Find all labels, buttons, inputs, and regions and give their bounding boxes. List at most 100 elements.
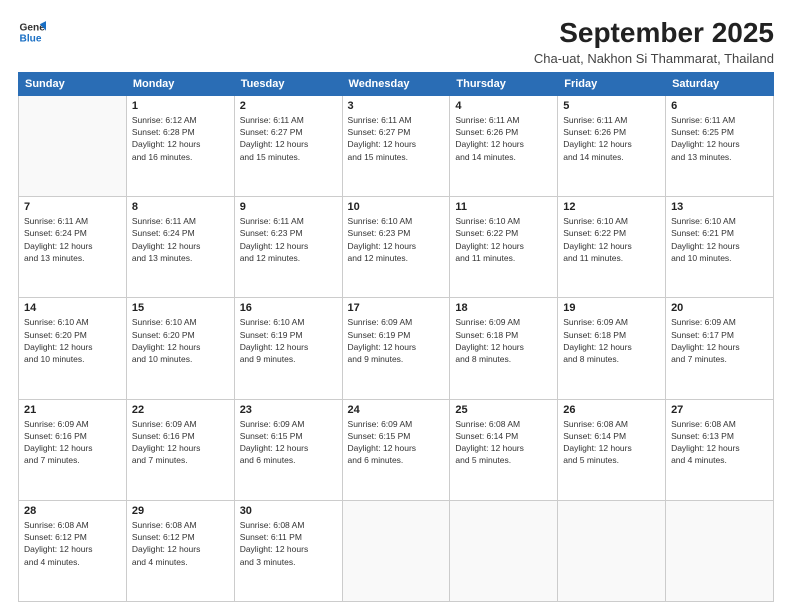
table-cell: 12 Sunrise: 6:10 AMSunset: 6:22 PMDayligh… (558, 197, 666, 298)
table-cell: 7 Sunrise: 6:11 AMSunset: 6:24 PMDaylight… (19, 197, 127, 298)
col-tuesday: Tuesday (234, 72, 342, 95)
day-number: 11 (455, 201, 552, 213)
week-row-2: 7 Sunrise: 6:11 AMSunset: 6:24 PMDaylight… (19, 197, 774, 298)
day-info: Sunrise: 6:10 AMSunset: 6:22 PMDaylight:… (455, 215, 552, 264)
table-cell: 5 Sunrise: 6:11 AMSunset: 6:26 PMDaylight… (558, 95, 666, 196)
table-cell: 13 Sunrise: 6:10 AMSunset: 6:21 PMDayligh… (666, 197, 774, 298)
day-info: Sunrise: 6:08 AMSunset: 6:14 PMDaylight:… (455, 418, 552, 467)
day-number: 29 (132, 505, 229, 517)
day-info: Sunrise: 6:11 AMSunset: 6:25 PMDaylight:… (671, 114, 768, 163)
day-number: 12 (563, 201, 660, 213)
table-cell: 4 Sunrise: 6:11 AMSunset: 6:26 PMDaylight… (450, 95, 558, 196)
col-saturday: Saturday (666, 72, 774, 95)
col-wednesday: Wednesday (342, 72, 450, 95)
day-info: Sunrise: 6:10 AMSunset: 6:19 PMDaylight:… (240, 316, 337, 365)
day-number: 17 (348, 302, 445, 314)
day-info: Sunrise: 6:09 AMSunset: 6:16 PMDaylight:… (24, 418, 121, 467)
table-cell: 21 Sunrise: 6:09 AMSunset: 6:16 PMDayligh… (19, 399, 127, 500)
table-cell: 1 Sunrise: 6:12 AMSunset: 6:28 PMDaylight… (126, 95, 234, 196)
logo: General Blue (18, 18, 46, 46)
day-number: 5 (563, 100, 660, 112)
day-info: Sunrise: 6:09 AMSunset: 6:17 PMDaylight:… (671, 316, 768, 365)
day-info: Sunrise: 6:11 AMSunset: 6:23 PMDaylight:… (240, 215, 337, 264)
day-info: Sunrise: 6:08 AMSunset: 6:11 PMDaylight:… (240, 519, 337, 568)
day-info: Sunrise: 6:11 AMSunset: 6:24 PMDaylight:… (132, 215, 229, 264)
day-info: Sunrise: 6:11 AMSunset: 6:27 PMDaylight:… (240, 114, 337, 163)
svg-text:Blue: Blue (20, 33, 42, 44)
day-info: Sunrise: 6:10 AMSunset: 6:21 PMDaylight:… (671, 215, 768, 264)
table-cell: 24 Sunrise: 6:09 AMSunset: 6:15 PMDayligh… (342, 399, 450, 500)
table-cell: 15Sunrise: 6:10 AMSunset: 6:20 PMDayligh… (126, 298, 234, 399)
day-info: Sunrise: 6:08 AMSunset: 6:12 PMDaylight:… (132, 519, 229, 568)
day-info: Sunrise: 6:09 AMSunset: 6:15 PMDaylight:… (240, 418, 337, 467)
day-number: 22 (132, 404, 229, 416)
day-info: Sunrise: 6:11 AMSunset: 6:27 PMDaylight:… (348, 114, 445, 163)
calendar-header-row: Sunday Monday Tuesday Wednesday Thursday… (19, 72, 774, 95)
day-info: Sunrise: 6:10 AMSunset: 6:22 PMDaylight:… (563, 215, 660, 264)
day-info: Sunrise: 6:08 AMSunset: 6:12 PMDaylight:… (24, 519, 121, 568)
table-cell: 19 Sunrise: 6:09 AMSunset: 6:18 PMDayligh… (558, 298, 666, 399)
day-number: 24 (348, 404, 445, 416)
day-number: 3 (348, 100, 445, 112)
day-number: 30 (240, 505, 337, 517)
table-cell: 29 Sunrise: 6:08 AMSunset: 6:12 PMDayligh… (126, 500, 234, 601)
main-title: September 2025 (534, 18, 774, 49)
table-cell (666, 500, 774, 601)
table-cell: 20 Sunrise: 6:09 AMSunset: 6:17 PMDayligh… (666, 298, 774, 399)
day-info: Sunrise: 6:08 AMSunset: 6:13 PMDaylight:… (671, 418, 768, 467)
day-number: 16 (240, 302, 337, 314)
table-cell (558, 500, 666, 601)
day-info: Sunrise: 6:09 AMSunset: 6:15 PMDaylight:… (348, 418, 445, 467)
day-number: 20 (671, 302, 768, 314)
day-number: 21 (24, 404, 121, 416)
day-number: 18 (455, 302, 552, 314)
col-friday: Friday (558, 72, 666, 95)
day-info: Sunrise: 6:12 AMSunset: 6:28 PMDaylight:… (132, 114, 229, 163)
title-block: September 2025 Cha-uat, Nakhon Si Thamma… (534, 18, 774, 66)
day-number: 9 (240, 201, 337, 213)
day-number: 19 (563, 302, 660, 314)
logo-icon: General Blue (18, 18, 46, 46)
table-cell: 9 Sunrise: 6:11 AMSunset: 6:23 PMDaylight… (234, 197, 342, 298)
day-info: Sunrise: 6:10 AMSunset: 6:23 PMDaylight:… (348, 215, 445, 264)
day-number: 25 (455, 404, 552, 416)
day-number: 23 (240, 404, 337, 416)
day-number: 10 (348, 201, 445, 213)
table-cell: 26 Sunrise: 6:08 AMSunset: 6:14 PMDayligh… (558, 399, 666, 500)
table-cell (450, 500, 558, 601)
day-info: Sunrise: 6:11 AMSunset: 6:26 PMDaylight:… (563, 114, 660, 163)
table-cell: 10 Sunrise: 6:10 AMSunset: 6:23 PMDayligh… (342, 197, 450, 298)
table-cell: 8 Sunrise: 6:11 AMSunset: 6:24 PMDaylight… (126, 197, 234, 298)
day-info: Sunrise: 6:09 AMSunset: 6:18 PMDaylight:… (563, 316, 660, 365)
day-number: 28 (24, 505, 121, 517)
day-number: 27 (671, 404, 768, 416)
subtitle: Cha-uat, Nakhon Si Thammarat, Thailand (534, 51, 774, 66)
day-number: 2 (240, 100, 337, 112)
table-cell: 17 Sunrise: 6:09 AMSunset: 6:19 PMDayligh… (342, 298, 450, 399)
col-thursday: Thursday (450, 72, 558, 95)
table-cell (342, 500, 450, 601)
day-info: Sunrise: 6:11 AMSunset: 6:24 PMDaylight:… (24, 215, 121, 264)
week-row-5: 28 Sunrise: 6:08 AMSunset: 6:12 PMDayligh… (19, 500, 774, 601)
day-number: 8 (132, 201, 229, 213)
day-info: Sunrise: 6:09 AMSunset: 6:16 PMDaylight:… (132, 418, 229, 467)
day-number: 4 (455, 100, 552, 112)
table-cell: 14Sunrise: 6:10 AMSunset: 6:20 PMDayligh… (19, 298, 127, 399)
table-cell: 30 Sunrise: 6:08 AMSunset: 6:11 PMDayligh… (234, 500, 342, 601)
day-number: 15 (132, 302, 229, 314)
day-info: Sunrise: 6:09 AMSunset: 6:19 PMDaylight:… (348, 316, 445, 365)
table-cell: 18Sunrise: 6:09 AMSunset: 6:18 PMDayligh… (450, 298, 558, 399)
week-row-4: 21 Sunrise: 6:09 AMSunset: 6:16 PMDayligh… (19, 399, 774, 500)
table-cell: 23 Sunrise: 6:09 AMSunset: 6:15 PMDayligh… (234, 399, 342, 500)
day-number: 6 (671, 100, 768, 112)
day-info: Sunrise: 6:10 AMSunset: 6:20 PMDaylight:… (24, 316, 121, 365)
day-number: 7 (24, 201, 121, 213)
table-cell: 6 Sunrise: 6:11 AMSunset: 6:25 PMDaylight… (666, 95, 774, 196)
day-number: 1 (132, 100, 229, 112)
table-cell: 22 Sunrise: 6:09 AMSunset: 6:16 PMDayligh… (126, 399, 234, 500)
day-info: Sunrise: 6:11 AMSunset: 6:26 PMDaylight:… (455, 114, 552, 163)
week-row-3: 14Sunrise: 6:10 AMSunset: 6:20 PMDayligh… (19, 298, 774, 399)
day-number: 26 (563, 404, 660, 416)
day-number: 13 (671, 201, 768, 213)
day-info: Sunrise: 6:08 AMSunset: 6:14 PMDaylight:… (563, 418, 660, 467)
